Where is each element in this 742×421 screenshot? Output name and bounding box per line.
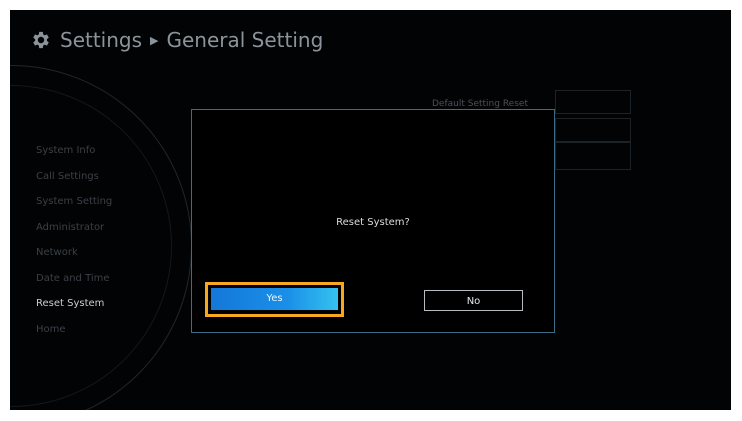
gear-icon <box>30 29 52 51</box>
page-header: Settings ▶ General Setting <box>30 28 323 52</box>
background-panel-row <box>555 118 631 142</box>
page-title: Settings <box>60 28 143 52</box>
page-subtitle: General Setting <box>166 28 324 52</box>
sidebar-item-administrator[interactable]: Administrator <box>36 215 186 241</box>
sidebar-item-system-setting[interactable]: System Setting <box>36 189 186 215</box>
sidebar-item-system-info[interactable]: System Info <box>36 138 186 164</box>
triangle-right-icon: ▶ <box>150 33 159 47</box>
background-panel-row <box>555 142 631 170</box>
sidebar-item-home[interactable]: Home <box>36 317 186 343</box>
yes-button[interactable]: Yes <box>211 288 338 310</box>
background-panel-row <box>555 90 631 114</box>
sidebar-item-call-settings[interactable]: Call Settings <box>36 164 186 190</box>
no-button[interactable]: No <box>424 290 523 311</box>
sidebar-menu: System Info Call Settings System Setting… <box>36 138 186 342</box>
dialog-message: Reset System? <box>336 217 410 228</box>
tv-screen: Settings ▶ General Setting System Info C… <box>10 10 731 410</box>
confirm-dialog: Reset System? Yes No <box>191 109 555 333</box>
sidebar-item-network[interactable]: Network <box>36 240 186 266</box>
sidebar-item-date-and-time[interactable]: Date and Time <box>36 266 186 292</box>
sidebar-item-reset-system[interactable]: Reset System <box>36 291 186 317</box>
